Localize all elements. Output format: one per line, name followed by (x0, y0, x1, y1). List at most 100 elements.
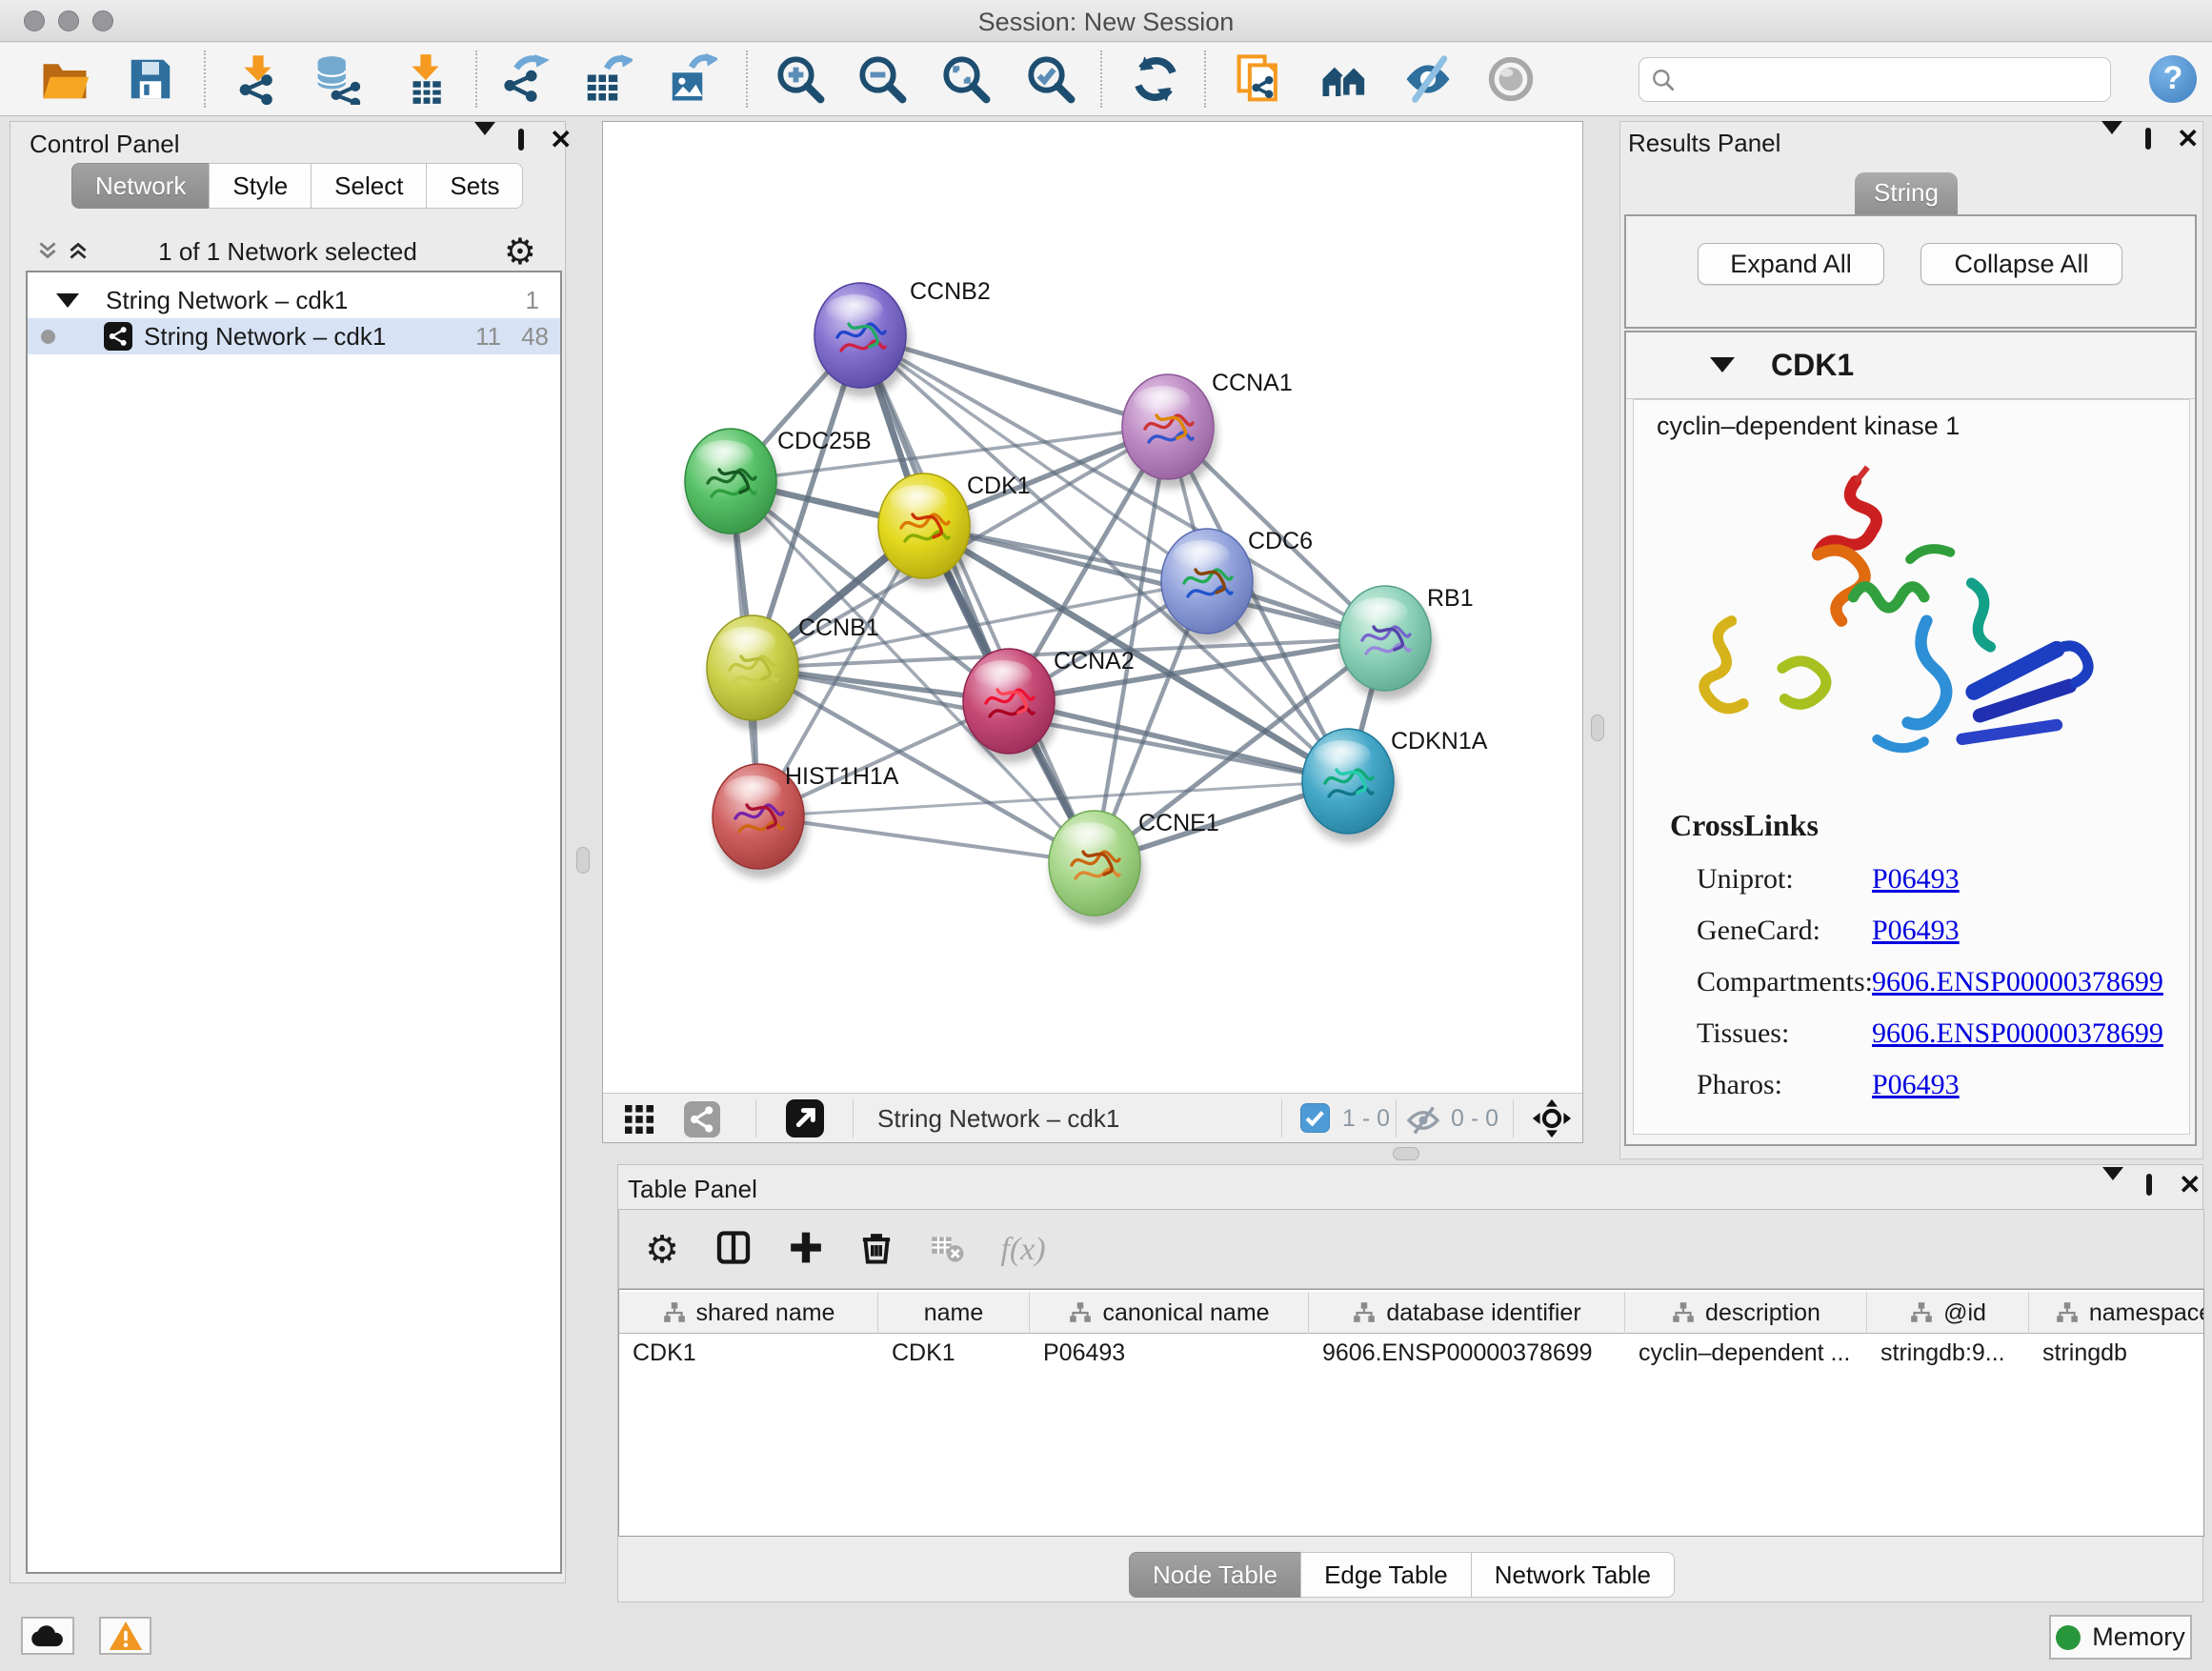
view-network-icon[interactable] (684, 1101, 720, 1137)
tab-sets[interactable]: Sets (426, 163, 523, 209)
expand-all-button[interactable]: Expand All (1698, 243, 1884, 285)
network-edge[interactable] (1009, 701, 1348, 781)
cell-database-identifier[interactable]: 9606.ENSP00000378699 (1309, 1334, 1625, 1376)
tab-network-table[interactable]: Network Table (1471, 1552, 1675, 1598)
network-node-CCNA2[interactable] (963, 649, 1058, 763)
hide-selected-icon[interactable] (1402, 53, 1454, 105)
cell-id[interactable]: stringdb:9... (1867, 1334, 2029, 1376)
import-table-icon[interactable] (400, 53, 452, 105)
tab-edge-table[interactable]: Edge Table (1300, 1552, 1472, 1598)
close-panel-icon[interactable]: ✕ (2177, 129, 2199, 150)
warning-button[interactable] (99, 1617, 151, 1655)
crosslink-link[interactable]: P06493 (1872, 863, 1960, 896)
crosslink-link[interactable]: P06493 (1872, 915, 1960, 947)
function-builder-icon[interactable]: f(x) (1000, 1232, 1045, 1268)
import-network-database-icon[interactable] (312, 53, 364, 105)
hidden-eye-icon[interactable] (1406, 1103, 1440, 1134)
import-network-file-icon[interactable] (232, 53, 284, 105)
collapse-panel-icon[interactable] (474, 135, 495, 152)
view-grid-icon[interactable] (622, 1102, 656, 1137)
crosslink-label: GeneCard: (1697, 915, 1820, 946)
network-node-CDKN1A[interactable] (1302, 729, 1398, 843)
network-row-selected[interactable]: String Network – cdk1 11 48 (28, 318, 560, 354)
add-column-icon[interactable] (787, 1229, 825, 1272)
column-header[interactable]: description (1625, 1292, 1867, 1334)
column-header[interactable]: @id (1867, 1292, 2029, 1334)
close-panel-icon[interactable]: ✕ (550, 130, 572, 151)
network-node-RB1[interactable] (1339, 586, 1435, 700)
network-collection-row[interactable]: String Network – cdk1 1 (28, 282, 560, 318)
network-canvas[interactable]: CCNB2CCNA1CDC25BCDK1CDC6RB1CCNB1CCNA2CDK… (602, 121, 1583, 1143)
refresh-icon[interactable] (1130, 53, 1181, 105)
table-options-gear-icon[interactable]: ⚙ (645, 1228, 679, 1272)
open-session-icon[interactable] (39, 53, 90, 105)
table-type-tabs: Node Table Edge Table Network Table (1130, 1552, 1675, 1598)
new-network-from-selection-icon[interactable] (1234, 53, 1285, 105)
crosslink-link[interactable]: 9606.ENSP00000378699 (1872, 966, 2163, 998)
collapse-panel-icon[interactable] (2102, 1180, 2123, 1198)
tab-network[interactable]: Network (71, 163, 210, 209)
cell-canonical-name[interactable]: P06493 (1030, 1334, 1309, 1376)
gene-expand-icon[interactable] (1710, 357, 1735, 372)
column-header[interactable]: name (878, 1292, 1030, 1334)
network-node-CCNE1[interactable] (1049, 811, 1144, 925)
network-node-CDC25B[interactable] (685, 429, 780, 543)
column-header[interactable]: shared name (619, 1292, 878, 1334)
split-columns-icon[interactable] (714, 1229, 753, 1272)
crosslink-link[interactable]: 9606.ENSP00000378699 (1872, 1017, 2163, 1050)
network-node-CDK1[interactable] (878, 473, 974, 588)
tab-select[interactable]: Select (311, 163, 427, 209)
zoom-selected-icon[interactable] (1025, 53, 1076, 105)
tab-style[interactable]: Style (209, 163, 312, 209)
network-node-CCNA1[interactable] (1122, 374, 1217, 489)
gene-details-content: cyclin–dependent kinase 1 CrossLinks (1633, 399, 2190, 1135)
cell-name[interactable]: CDK1 (878, 1334, 1030, 1376)
network-node-CCNB2[interactable] (814, 283, 910, 397)
zoom-in-icon[interactable] (774, 53, 826, 105)
help-button[interactable]: ? (2149, 55, 2197, 103)
search-input[interactable] (1683, 66, 2099, 93)
delete-column-icon[interactable] (857, 1229, 895, 1272)
tab-string[interactable]: String (1855, 172, 1958, 214)
open-in-window-icon[interactable] (786, 1099, 824, 1137)
splitter-handle[interactable] (1591, 715, 1604, 741)
first-neighbors-icon[interactable] (1318, 53, 1370, 105)
results-panel-title: Results Panel (1628, 129, 1780, 158)
zoom-fit-icon[interactable] (940, 53, 992, 105)
splitter-handle[interactable] (1393, 1147, 1419, 1160)
float-panel-icon[interactable] (518, 131, 524, 149)
export-network-icon[interactable] (499, 53, 551, 105)
collapse-panel-icon[interactable] (2101, 134, 2122, 151)
collapse-all-button[interactable]: Collapse All (1920, 243, 2122, 285)
save-session-icon[interactable] (125, 53, 176, 105)
gene-section-header[interactable]: CDK1 (1626, 332, 2195, 399)
tab-node-table[interactable]: Node Table (1129, 1552, 1301, 1598)
zoom-out-icon[interactable] (856, 53, 908, 105)
float-panel-icon[interactable] (2145, 131, 2151, 148)
cloud-status-button[interactable] (21, 1617, 74, 1655)
column-header[interactable]: canonical name (1030, 1292, 1309, 1334)
pan-mode-icon[interactable] (1532, 1098, 1572, 1138)
close-panel-icon[interactable]: ✕ (2179, 1175, 2201, 1196)
network-options-gear-icon[interactable]: ⚙ (504, 231, 536, 273)
memory-button[interactable]: Memory (2049, 1615, 2192, 1660)
network-graph[interactable]: CCNB2CCNA1CDC25BCDK1CDC6RB1CCNB1CCNA2CDK… (603, 122, 1582, 1093)
cell-description[interactable]: cyclin–dependent ... (1625, 1334, 1867, 1376)
selected-checkbox[interactable] (1300, 1103, 1330, 1133)
export-image-icon[interactable] (666, 53, 717, 105)
network-name: String Network – cdk1 (144, 322, 386, 352)
table-row[interactable]: CDK1 CDK1 P06493 9606.ENSP00000378699 cy… (619, 1334, 2204, 1376)
column-header[interactable]: database identifier (1309, 1292, 1625, 1334)
crosslink-link[interactable]: P06493 (1872, 1069, 1960, 1101)
network-edge[interactable] (758, 816, 1095, 863)
column-header[interactable]: namespace (2029, 1292, 2204, 1334)
splitter-handle[interactable] (576, 847, 590, 874)
delete-table-icon[interactable] (929, 1230, 965, 1271)
float-panel-icon[interactable] (2146, 1177, 2152, 1194)
cell-namespace[interactable]: stringdb (2029, 1334, 2204, 1376)
network-node-CCNB1[interactable] (707, 615, 802, 730)
collection-expand-icon[interactable] (56, 293, 79, 308)
show-all-icon[interactable] (1485, 53, 1537, 105)
export-table-icon[interactable] (581, 53, 633, 105)
cell-shared-name[interactable]: CDK1 (619, 1334, 878, 1376)
